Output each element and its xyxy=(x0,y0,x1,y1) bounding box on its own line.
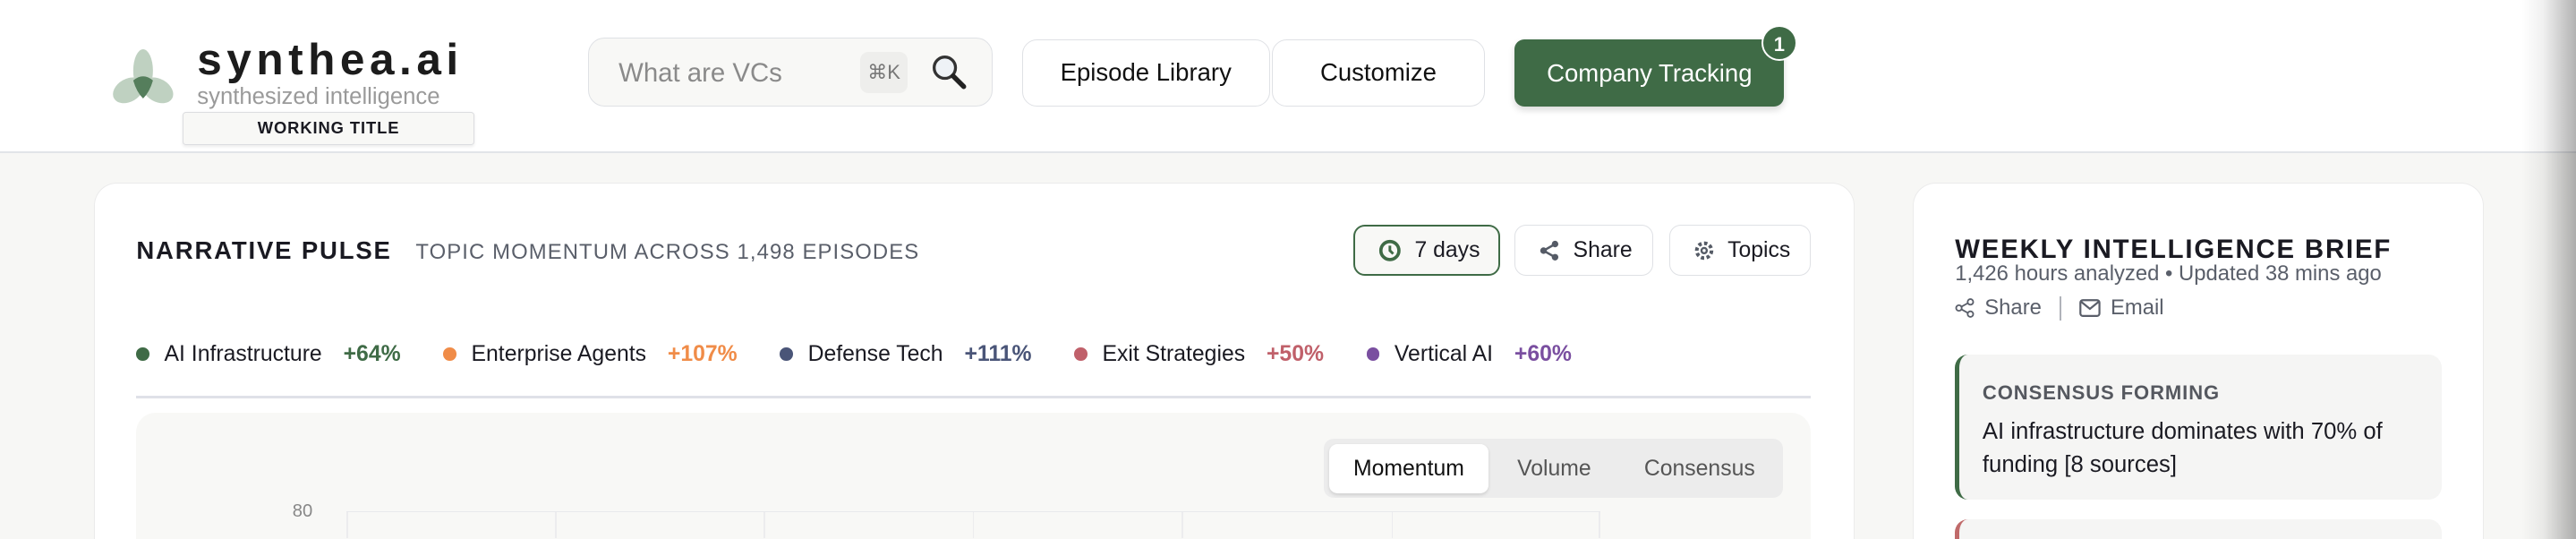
legend-dot-icon xyxy=(443,347,456,362)
brief-item-text: AI infrastructure dominates with 70% of … xyxy=(1982,419,2383,478)
y-axis-tick: 80 xyxy=(292,500,313,521)
legend-dot-icon xyxy=(136,347,150,362)
legend-dot-icon xyxy=(780,347,794,362)
legend-dot-icon xyxy=(1366,347,1380,362)
legend-item[interactable]: Exit Strategies +50% xyxy=(1074,342,1324,367)
topic-legend: AI Infrastructure +64% Enterprise Agents +… xyxy=(136,342,1614,367)
notification-badge: 1 xyxy=(1761,24,1798,61)
share-button[interactable]: Share xyxy=(1514,225,1653,277)
brand-name: synthea.ai xyxy=(197,33,464,84)
legend-label: Vertical AI xyxy=(1394,341,1494,366)
divider xyxy=(136,396,1811,399)
share-icon xyxy=(1955,298,1975,319)
brand-tagline: synthesized intelligence xyxy=(197,83,440,109)
brief-actions: Share Email xyxy=(1955,295,2164,321)
shortcut-hint: ⌘K xyxy=(859,51,908,93)
share-label: Share xyxy=(1573,238,1633,263)
chart-grid xyxy=(346,510,1600,539)
pulse-subtitle: TOPIC MOMENTUM ACROSS 1,498 EPISODES xyxy=(415,239,920,264)
legend-change: +64% xyxy=(343,341,401,366)
topics-label: Topics xyxy=(1727,238,1791,263)
legend-item[interactable]: Vertical AI +60% xyxy=(1366,341,1572,367)
tab-momentum[interactable]: Momentum xyxy=(1328,443,1488,493)
legend-item[interactable]: Enterprise Agents +107% xyxy=(443,341,738,367)
pulse-title: NARRATIVE PULSE xyxy=(136,236,392,265)
synthea-logo-icon xyxy=(113,49,174,104)
brief-meta: 1,426 hours analyzed • Updated 38 mins a… xyxy=(1955,261,2382,286)
legend-item[interactable]: AI Infrastructure +64% xyxy=(136,341,401,367)
legend-dot-icon xyxy=(1074,347,1088,362)
brief-item-label: CONSENSUS FORMING xyxy=(1982,381,2221,404)
page-edge-shadow xyxy=(2521,0,2576,539)
episode-library-button[interactable]: Episode Library xyxy=(1021,39,1270,107)
time-range-label: 7 days xyxy=(1414,238,1480,263)
time-range-button[interactable]: 7 days xyxy=(1353,225,1500,277)
legend-label: Exit Strategies xyxy=(1102,341,1246,366)
legend-change: +50% xyxy=(1266,341,1324,366)
topics-button[interactable]: Topics xyxy=(1668,225,1811,277)
gear-icon xyxy=(1694,241,1713,261)
legend-item[interactable]: Defense Tech +111% xyxy=(780,341,1032,367)
legend-label: Defense Tech xyxy=(807,341,943,366)
brief-share-link[interactable]: Share xyxy=(1984,295,2042,321)
working-title-badge: WORKING TITLE xyxy=(182,111,475,145)
search-input[interactable]: What are VCs xyxy=(618,58,782,89)
share-icon xyxy=(1540,240,1559,261)
tab-volume[interactable]: Volume xyxy=(1492,444,1616,493)
search-box[interactable]: What are VCs ⌘K xyxy=(588,38,993,107)
legend-change: +107% xyxy=(667,341,738,366)
separator xyxy=(2060,295,2061,321)
company-tracking-button[interactable]: Company Tracking xyxy=(1514,39,1785,107)
brief-email-link[interactable]: Email xyxy=(2111,295,2164,321)
legend-change: +60% xyxy=(1514,341,1572,366)
email-icon xyxy=(2079,299,2101,318)
customize-button[interactable]: Customize xyxy=(1271,39,1486,107)
chart-mode-tabs: Momentum Volume Consensus xyxy=(1324,439,1783,499)
search-icon[interactable] xyxy=(931,54,967,90)
legend-label: AI Infrastructure xyxy=(164,341,322,366)
clock-icon xyxy=(1379,239,1401,261)
tab-consensus[interactable]: Consensus xyxy=(1623,444,1776,493)
brief-item[interactable]: CONSENSUS FORMING AI infrastructure domi… xyxy=(1955,355,2442,500)
brief-item[interactable] xyxy=(1955,519,2442,539)
legend-change: +111% xyxy=(964,341,1032,366)
legend-label: Enterprise Agents xyxy=(471,341,647,366)
